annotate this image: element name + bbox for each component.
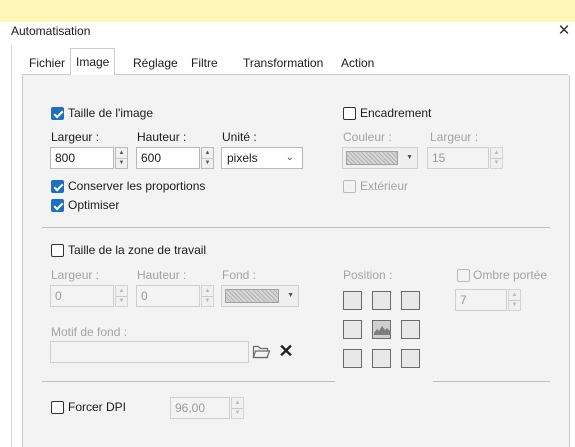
dropdown-arrow-icon: ▼ (287, 292, 294, 299)
section-divider (42, 381, 335, 382)
color-swatch (225, 289, 279, 303)
background-label: Fond : (222, 268, 257, 282)
exterior-checkbox[interactable] (343, 180, 356, 193)
pattern-label: Motif de fond : (51, 325, 128, 339)
top-highlight-strip (0, 0, 575, 22)
position-top-right[interactable] (401, 291, 420, 310)
keep-ratio-label: Conserver les proportions (68, 179, 206, 193)
image-width-spinner[interactable]: ▲ ▼ (115, 147, 128, 169)
pattern-input[interactable] (50, 341, 249, 363)
workspace-size-label: Taille de la zone de travail (68, 243, 207, 257)
image-thumbnail-icon (374, 326, 391, 335)
image-size-label: Taille de l'image (68, 106, 154, 120)
position-top-center[interactable] (372, 291, 391, 310)
workspace-width-input[interactable]: 0 (50, 285, 114, 307)
position-bottom-center[interactable] (372, 349, 391, 368)
tab-filtre[interactable]: Filtre (186, 52, 223, 74)
workspace-size-checkbox[interactable] (51, 244, 64, 257)
keep-ratio-checkbox[interactable] (51, 180, 64, 193)
workspace-width-label: Largeur : (51, 268, 100, 282)
close-icon[interactable]: ✕ (553, 20, 575, 42)
unit-label: Unité : (222, 130, 257, 144)
shadow-checkbox[interactable] (457, 269, 470, 282)
image-tab-panel (22, 75, 570, 447)
optimize-checkbox[interactable] (51, 199, 64, 212)
frame-checkbox[interactable] (343, 107, 356, 120)
force-dpi-checkbox[interactable] (51, 401, 64, 414)
image-size-checkbox[interactable] (51, 107, 64, 120)
frame-color-label: Couleur : (343, 130, 392, 144)
spin-down-icon[interactable]: ▼ (202, 296, 213, 306)
frame-color-picker[interactable]: ▼ (342, 147, 418, 169)
frame-width-input[interactable]: 15 (427, 147, 489, 169)
frame-label: Encadrement (360, 106, 432, 120)
spin-down-icon[interactable]: ▼ (491, 158, 502, 168)
folder-open-icon[interactable] (252, 343, 271, 360)
exterior-label: Extérieur (360, 179, 409, 193)
spin-down-icon[interactable]: ▼ (202, 158, 213, 168)
shadow-input[interactable]: 7 (455, 289, 507, 311)
position-bottom-left[interactable] (343, 349, 362, 368)
tab-fichier[interactable]: Fichier (24, 52, 70, 74)
image-height-label: Hauteur : (137, 130, 187, 144)
position-middle-left[interactable] (343, 320, 362, 339)
optimize-label: Optimiser (68, 198, 120, 212)
workspace-height-label: Hauteur : (137, 268, 187, 282)
window-title: Automatisation (11, 24, 91, 38)
workspace-height-input[interactable]: 0 (136, 285, 200, 307)
unit-select[interactable]: pixels ⌄ (221, 147, 303, 169)
dpi-input[interactable]: 96,00 (170, 397, 230, 419)
dpi-spinner[interactable]: ▲ ▼ (231, 397, 244, 419)
chevron-down-icon: ⌄ (285, 152, 294, 163)
tab-action[interactable]: Action (336, 52, 379, 74)
spin-down-icon[interactable]: ▼ (509, 300, 520, 310)
section-divider (42, 227, 550, 228)
section-divider (433, 381, 550, 382)
tab-reglage[interactable]: Réglage (128, 52, 183, 74)
spin-down-icon[interactable]: ▼ (232, 408, 243, 418)
tab-image[interactable]: Image (70, 48, 116, 75)
unit-select-value: pixels (227, 151, 258, 165)
color-swatch (346, 151, 398, 165)
frame-width-label: Largeur : (430, 130, 479, 144)
image-width-input[interactable]: 800 (50, 147, 114, 169)
image-width-label: Largeur : (51, 130, 100, 144)
workspace-height-spinner[interactable]: ▲ ▼ (201, 285, 214, 307)
window-border (11, 45, 12, 447)
clear-x-icon[interactable]: ✕ (277, 342, 295, 360)
shadow-label: Ombre portée (473, 268, 548, 282)
frame-width-spinner[interactable]: ▲ ▼ (490, 147, 503, 169)
workspace-width-spinner[interactable]: ▲ ▼ (115, 285, 128, 307)
position-middle-right[interactable] (401, 320, 420, 339)
background-color-picker[interactable]: ▼ (221, 285, 299, 307)
position-center[interactable] (372, 320, 391, 339)
image-height-spinner[interactable]: ▲ ▼ (201, 147, 214, 169)
position-bottom-right[interactable] (401, 349, 420, 368)
shadow-spinner[interactable]: ▲ ▼ (508, 289, 521, 311)
dropdown-arrow-icon: ▼ (406, 154, 413, 161)
spin-down-icon[interactable]: ▼ (116, 158, 127, 168)
spin-down-icon[interactable]: ▼ (116, 296, 127, 306)
image-height-input[interactable]: 600 (136, 147, 200, 169)
position-label: Position : (343, 268, 393, 282)
position-top-left[interactable] (343, 291, 362, 310)
tab-transformation[interactable]: Transformation (238, 52, 328, 74)
force-dpi-label: Forcer DPI (68, 400, 127, 414)
